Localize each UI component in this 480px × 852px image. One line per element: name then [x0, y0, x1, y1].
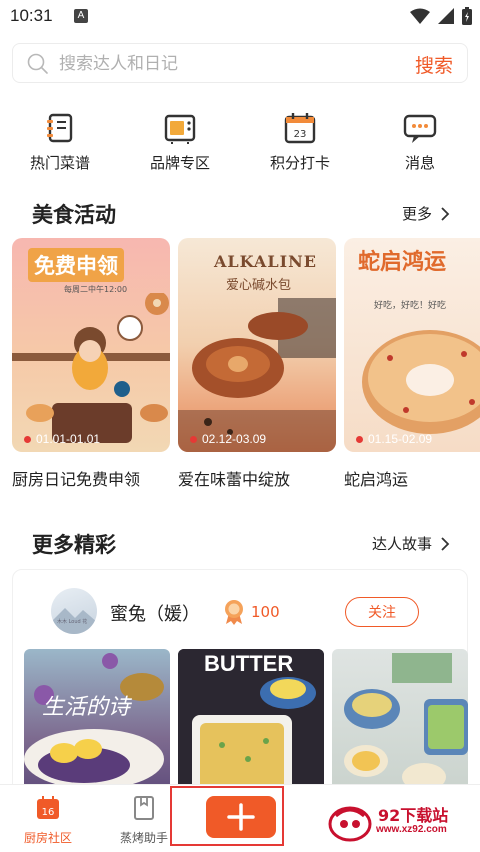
food-events-more-link[interactable]: 更多: [402, 203, 450, 224]
add-post-highlight: [170, 786, 284, 846]
search-button[interactable]: 搜索: [415, 51, 453, 78]
poster-title: ALKALINE: [214, 252, 317, 271]
calendar-day-text: 16: [42, 807, 55, 818]
event-date: 01.01-01.01: [24, 432, 100, 446]
avatar-image: [51, 608, 97, 634]
category-label: 热门菜谱: [29, 154, 90, 172]
search-icon: [27, 53, 48, 74]
watermark-logo-icon: [328, 806, 372, 842]
event-date-text: 02.12-03.09: [202, 432, 267, 446]
user-post-card[interactable]: 木木 Loud 花 蜜兔（媛） 100 关注 生活的诗 BUTTER: [12, 569, 468, 799]
plus-icon: [227, 803, 255, 831]
user-name: 蜜兔（媛）: [110, 604, 200, 625]
medal-icon: [225, 600, 243, 625]
avatar-caption: 木木 Loud 花: [57, 619, 88, 625]
event-card[interactable]: ALKALINE 爱心碱水包 02.12-03.09 爱在味蕾中绽放: [178, 238, 336, 489]
post-photo[interactable]: BUTTER: [178, 649, 324, 799]
watermark-name: 92下载站: [378, 806, 449, 825]
calendar-day-text: 23: [294, 129, 307, 140]
event-title: 爱在味蕾中绽放: [178, 470, 291, 489]
status-bar: 10:31 A: [0, 0, 480, 36]
poster-title: 免费申领: [28, 248, 124, 282]
notification-a-icon: A: [74, 9, 88, 23]
photo-caption: 生活的诗: [42, 695, 131, 720]
poster-illustration: [178, 298, 336, 452]
event-date-text: 01.01-01.01: [36, 432, 101, 446]
poster-illustration: [12, 293, 170, 443]
photo-illustration: [344, 653, 468, 791]
avatar[interactable]: 木木 Loud 花: [51, 588, 97, 634]
event-title: 蛇启鸿运: [344, 470, 409, 489]
food-events-title: 美食活动: [32, 203, 116, 227]
book-icon: [134, 796, 154, 820]
status-dot: [356, 435, 363, 443]
status-icons: [410, 7, 472, 25]
nav-label: 厨房社区: [23, 831, 72, 845]
photo-illustration: [24, 653, 164, 789]
expert-stories-label: 达人故事: [371, 535, 432, 553]
category-brand-zone[interactable]: 品牌专区: [120, 110, 240, 173]
more-highlights-title: 更多精彩: [32, 533, 116, 557]
category-label: 积分打卡: [269, 154, 330, 172]
category-hot-recipes[interactable]: 热门菜谱: [0, 110, 120, 173]
poster-title: 蛇启鸿运: [358, 250, 447, 275]
poster-subtitle: 爱心碱水包: [226, 278, 292, 293]
poster-subtitle: 好吃，好吃！好吃: [374, 301, 447, 311]
search-bar: 搜索: [12, 43, 468, 83]
event-poster-free-claim: 免费申领 每周二中午12:00 01.01-01.01: [12, 238, 170, 452]
category-label: 品牌专区: [149, 154, 210, 172]
notebook-icon: [47, 113, 73, 143]
chevron-right-icon: [441, 536, 450, 551]
calendar-16-icon: 16: [37, 796, 59, 819]
nav-kitchen-community[interactable]: 16 厨房社区: [8, 795, 88, 846]
event-date: 02.12-03.09: [190, 432, 266, 446]
event-date: 01.15-02.09: [356, 432, 432, 446]
post-photo[interactable]: [332, 649, 468, 799]
search-input[interactable]: [59, 51, 379, 77]
chevron-right-icon: [441, 206, 450, 221]
status-time: 10:31: [10, 6, 53, 25]
event-card[interactable]: 免费申领 每周二中午12:00 01.01-01.01 厨房日记免费申领: [12, 238, 170, 489]
battery-icon: [462, 7, 472, 25]
event-date-text: 01.15-02.09: [368, 432, 433, 446]
food-events-carousel: 免费申领 每周二中午12:00 01.01-01.01 厨房日记免费申领 ALK…: [12, 238, 480, 498]
signal-icon: [438, 8, 454, 24]
follow-button[interactable]: 关注: [345, 597, 419, 627]
oven-icon: [164, 114, 196, 144]
event-poster-alkaline: ALKALINE 爱心碱水包 02.12-03.09: [178, 238, 336, 452]
expert-stories-link[interactable]: 达人故事: [372, 533, 450, 554]
more-label: 更多: [401, 205, 432, 223]
watermark-url: www.xz92.com: [376, 824, 447, 835]
post-photo[interactable]: 生活的诗: [24, 649, 170, 799]
points-value: 100: [251, 603, 280, 621]
event-poster-snake-luck: 蛇启鸿运 好吃，好吃！好吃 01.15-02.09: [344, 238, 480, 452]
status-dot: [24, 435, 31, 443]
status-dot: [190, 435, 197, 443]
event-card[interactable]: 蛇启鸿运 好吃，好吃！好吃 01.15-02.09 蛇启鸿运: [344, 238, 480, 489]
site-watermark: 92下载站 www.xz92.com: [328, 800, 468, 844]
category-label: 消息: [404, 154, 435, 172]
category-messages[interactable]: 消息: [360, 110, 480, 173]
wifi-icon: [410, 8, 430, 24]
event-title: 厨房日记免费申领: [12, 470, 141, 489]
chat-bubble-icon: [403, 114, 437, 143]
photo-caption: BUTTER: [204, 651, 294, 676]
category-points-checkin[interactable]: 23 积分打卡: [240, 110, 360, 173]
calendar-icon: 23: [284, 113, 316, 144]
add-post-button[interactable]: [206, 796, 276, 838]
category-shortcuts: 热门菜谱 品牌专区 23 积分打卡 消息: [0, 110, 480, 180]
